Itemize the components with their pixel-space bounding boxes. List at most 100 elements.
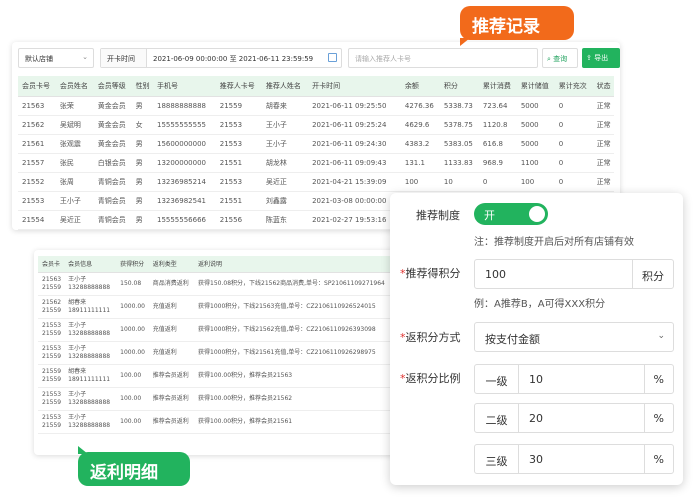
time-range-picker[interactable]: 开卡时间 2021-06-09 00:00:00 至 2021-06-11 23… (100, 48, 342, 68)
ratio-level-value[interactable]: 10 (529, 373, 543, 386)
table-cell: 100.00 (116, 387, 149, 411)
rebate-detail-callout: 返利明细 (78, 446, 190, 486)
table-cell: 21553 21559 (38, 410, 65, 434)
table-cell: 男 (131, 172, 153, 192)
table-cell: 18888888888 (152, 96, 216, 116)
table-cell: 正常 (592, 96, 614, 116)
table-cell: 1000.00 (116, 318, 149, 342)
column-header: 返利类型 (148, 256, 195, 273)
ratio-label-text: 返积分比例 (405, 372, 461, 385)
ratio-level-value[interactable]: 20 (529, 412, 543, 425)
column-header: 会员卡 (38, 256, 65, 273)
table-cell: 5000 (516, 96, 555, 116)
table-cell: 5000 (516, 115, 555, 135)
table-cell: 21554 (18, 210, 56, 230)
table-cell: 15600000000 (152, 134, 216, 154)
recommend-settings-panel: 推荐制度 开 注：推荐制度开启后对所有店铺有效 *推荐得积分 100 积分 例：… (390, 193, 683, 485)
table-cell: 充值返利 (148, 318, 195, 342)
column-header: 开卡时间 (308, 76, 401, 97)
table-cell: 男 (131, 210, 153, 230)
table-cell: 王小子 13288888888 (64, 341, 117, 365)
member-row[interactable]: 21562 吴斌明 黄金会员女 15555555555 21553 王小子 2021-06-… (18, 115, 614, 135)
system-toggle[interactable]: 开 (474, 203, 548, 225)
member-row[interactable]: 21561 张观震 黄金会员男 15600000000 21553 王小子 2021-06-… (18, 134, 614, 154)
table-cell: 推荐会员返利 (148, 364, 195, 388)
ratio-level-name: 二级 (475, 404, 519, 432)
table-cell: 0 (554, 134, 593, 154)
method-value: 按支付金额 (485, 333, 540, 346)
table-cell: 21553 21559 (38, 318, 65, 342)
rebate-row[interactable]: 21553 21559 王小子 13288888888 100.00 推荐会员返利 获得10… (38, 410, 410, 434)
table-cell: 100 (400, 172, 440, 192)
points-example: 例：A推荐B，A可得XXX积分 (474, 299, 606, 310)
export-button[interactable]: ⇪ 导出 (582, 48, 620, 68)
table-cell: 10 (439, 172, 479, 192)
ratio-level-1[interactable]: 一级 10 % (474, 364, 674, 394)
table-cell: 胡春来 18911111111 (64, 295, 117, 319)
table-cell: 充值返利 (148, 341, 195, 365)
points-suffix: 积分 (632, 260, 673, 288)
ratio-level-3[interactable]: 三级 30 % (474, 444, 674, 474)
table-cell: 21563 21559 (38, 272, 65, 296)
ratio-level-value[interactable]: 30 (529, 453, 543, 466)
column-header: 获得积分 (116, 256, 149, 273)
method-select[interactable]: 按支付金额 ⌄ (474, 322, 674, 352)
rebates-table: 会员卡 会员信息 获得积分 返利类型 返利说明 21563 21559 王小子 1328888… (38, 256, 410, 434)
table-cell: 获得100.00积分，推荐会员21561 (194, 410, 410, 434)
rebate-row[interactable]: 21563 21559 王小子 13288888888 150.08 商品消费返利 获得15… (38, 272, 410, 296)
time-range-value[interactable]: 2021-06-09 00:00:00 至 2021-06-11 23:59:5… (153, 54, 313, 64)
table-cell: 吴斌明 (55, 115, 94, 135)
rebate-row[interactable]: 21559 21559 胡春来 18911111111 100.00 推荐会员返利 获得10… (38, 364, 410, 388)
search-icon: ⌕ (547, 55, 551, 63)
rebate-row[interactable]: 21562 21559 胡春来 18911111111 1000.00 充值返利 获得100… (38, 295, 410, 319)
table-cell: 男 (131, 96, 153, 116)
member-row[interactable]: 21557 张民 白银会员男 13200000000 21551 胡龙林 2021-06-1… (18, 153, 614, 173)
referrer-card-search-input[interactable]: 请输入推荐人卡号 (348, 48, 538, 68)
table-cell: 21561 (18, 134, 56, 154)
table-cell: 男 (131, 153, 153, 173)
table-cell: 男 (131, 134, 153, 154)
member-row[interactable]: 21552 张周 青铜会员男 13236985214 21553 吴近正 2021-04-2… (18, 172, 614, 192)
table-cell: 0 (554, 115, 593, 135)
ratio-level-2[interactable]: 二级 20 % (474, 403, 674, 433)
table-cell: 13236982541 (152, 191, 216, 211)
table-cell: 女 (131, 115, 153, 135)
toggle-knob (529, 206, 545, 222)
table-cell: 黄金会员 (93, 96, 132, 116)
table-cell: 张荣 (55, 96, 94, 116)
table-cell: 正常 (592, 172, 614, 192)
member-row[interactable]: 21563 张荣 黄金会员男 18888888888 21559 胡春来 2021-06-1… (18, 96, 614, 116)
table-cell: 1120.8 (478, 115, 517, 135)
calendar-icon[interactable] (328, 53, 337, 62)
table-cell: 5338.73 (439, 96, 479, 116)
store-select[interactable]: 默认店铺 ⌄ (18, 48, 94, 68)
chevron-down-icon: ⌄ (657, 331, 665, 341)
column-header: 手机号 (152, 76, 216, 97)
table-cell: 15555556666 (152, 210, 216, 230)
table-cell: 正常 (592, 115, 614, 135)
rebate-row[interactable]: 21553 21559 王小子 13288888888 1000.00 充值返利 获得100… (38, 341, 410, 365)
table-cell: 2021-04-21 15:39:09 (308, 172, 401, 192)
table-cell: 商品消费返利 (148, 272, 195, 296)
table-cell: 王小子 13288888888 (64, 318, 117, 342)
table-cell: 充值返利 (148, 295, 195, 319)
points-value[interactable]: 100 (485, 268, 506, 281)
table-cell: 100.00 (116, 364, 149, 388)
table-cell: 0 (554, 172, 593, 192)
search-button[interactable]: ⌕ 查询 (542, 48, 578, 68)
column-header: 返利说明 (194, 256, 410, 273)
table-cell: 胡春来 (261, 96, 309, 116)
table-cell: 1100 (516, 153, 555, 173)
export-icon: ⇪ (586, 54, 592, 62)
rebate-row[interactable]: 21553 21559 王小子 13288888888 1000.00 充值返利 获得100… (38, 318, 410, 342)
table-cell: 21553 (18, 191, 56, 211)
table-cell: 616.8 (478, 134, 517, 154)
rebate-row[interactable]: 21553 21559 王小子 13288888888 100.00 推荐会员返利 获得10… (38, 387, 410, 411)
ratio-level-unit: % (643, 365, 673, 393)
points-field[interactable]: 100 积分 (474, 259, 674, 289)
filter-toolbar: 默认店铺 ⌄ 开卡时间 2021-06-09 00:00:00 至 2021-0… (18, 48, 620, 68)
table-cell: 张观震 (55, 134, 94, 154)
table-cell: 5000 (516, 134, 555, 154)
table-cell: 4629.6 (400, 115, 440, 135)
store-select-value: 默认店铺 (25, 55, 53, 63)
